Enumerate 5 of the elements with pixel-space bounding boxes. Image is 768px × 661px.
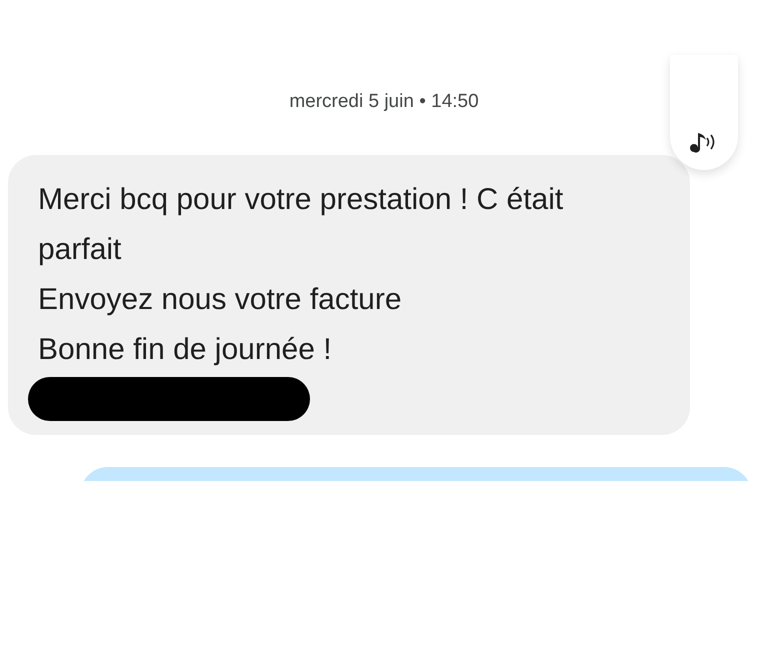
message-text: Merci bcq pour votre prestation ! C était parfait xyxy=(38,182,564,268)
message-timestamp: mercredi 5 juin • 14:50 xyxy=(289,90,479,114)
message-text: Envoyez nous votre facture xyxy=(38,282,403,318)
message-text: Bonne fin de journée ! xyxy=(38,332,333,368)
speaker-pill[interactable] xyxy=(670,55,738,170)
